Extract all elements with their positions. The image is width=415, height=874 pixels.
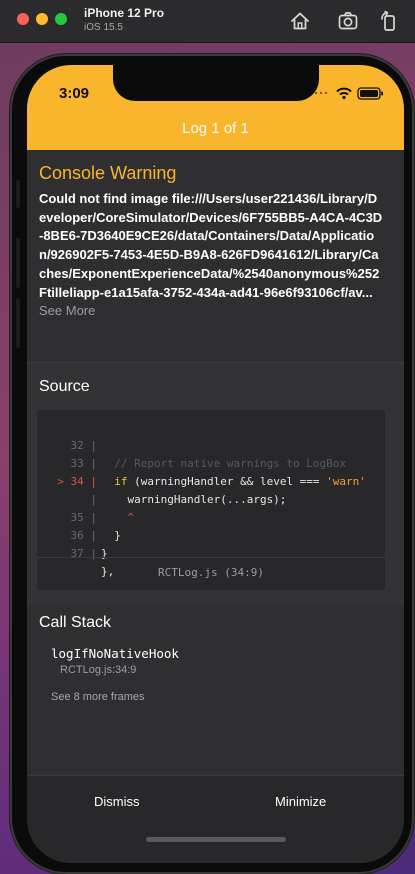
screenshot-icon[interactable]	[337, 10, 359, 32]
line-number: 37 |	[70, 547, 98, 560]
code-line-highlighted: > 34 | warningHandler(...args);	[37, 455, 385, 506]
home-icon[interactable]	[289, 10, 311, 32]
code-line: 32 | // Report native warnings to LogBox	[37, 419, 385, 470]
warning-message-text: Could not find image file:///Users/user2…	[39, 191, 383, 300]
code-line: 35 | }	[37, 491, 385, 542]
home-indicator[interactable]	[146, 837, 286, 842]
see-more-frames-button[interactable]: See 8 more frames	[51, 691, 145, 703]
rotate-icon[interactable]	[378, 10, 400, 32]
close-window-button[interactable]	[17, 13, 29, 25]
code-frame[interactable]: 32 | // Report native warnings to LogBox…	[37, 410, 385, 590]
status-time: 3:09	[59, 85, 90, 102]
device-screen: 3:09 Log 1 of 1 Console Warning Could no…	[27, 65, 404, 863]
source-file-location[interactable]: RCTLog.js (34:9)	[37, 566, 385, 579]
call-stack-title: Call Stack	[39, 614, 112, 631]
device-os-version: iOS 15.5	[84, 22, 123, 33]
source-title: Source	[39, 378, 90, 395]
code-line: 33 | if (warningHandler && level === 'wa…	[37, 437, 385, 488]
battery-icon	[357, 87, 383, 100]
code-line: 36 | }	[37, 509, 385, 560]
code-footer-divider	[37, 557, 385, 558]
status-icons	[314, 87, 383, 100]
code-line: 37 | },	[37, 527, 385, 578]
iphone-frame: 3:09 Log 1 of 1 Console Warning Could no…	[10, 54, 414, 874]
device-name: iPhone 12 Pro	[84, 6, 165, 20]
code-line: | ^	[37, 473, 385, 524]
warning-title: Console Warning	[39, 163, 177, 183]
log-counter-title: Log 1 of 1	[182, 120, 249, 137]
code-text: }	[101, 547, 108, 560]
zoom-window-button[interactable]	[55, 13, 67, 25]
volume-down-button	[16, 298, 20, 348]
stack-frame-location: RCTLog.js:34:9	[60, 664, 137, 676]
logbox-footer: Dismiss Minimize	[27, 775, 404, 863]
wifi-icon	[336, 87, 352, 100]
dismiss-button[interactable]: Dismiss	[94, 794, 140, 809]
warning-message: Could not find image file:///Users/user2…	[39, 190, 384, 321]
volume-up-button	[16, 238, 20, 288]
stack-frame-name[interactable]: logIfNoNativeHook	[51, 646, 179, 661]
minimize-window-button[interactable]	[36, 13, 48, 25]
camera-notch	[113, 65, 319, 101]
minimize-button[interactable]: Minimize	[275, 794, 326, 809]
see-more-link[interactable]: See More	[39, 303, 95, 318]
silent-switch	[16, 180, 20, 208]
simulator-toolbar: iPhone 12 Pro iOS 15.5	[0, 0, 415, 43]
